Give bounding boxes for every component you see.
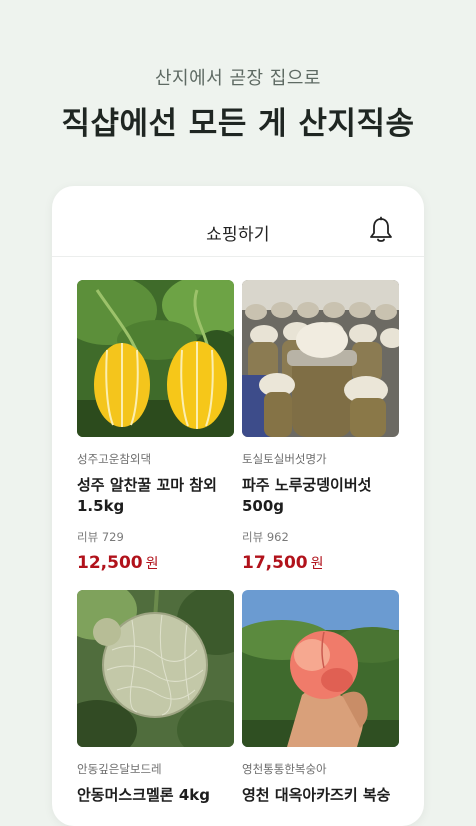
currency-unit: 원 xyxy=(145,556,159,572)
muskmelon-photo xyxy=(77,590,234,747)
app-header: 쇼핑하기 xyxy=(52,186,424,257)
oriental-melon-photo xyxy=(77,280,234,437)
price-row: 12,500 원 xyxy=(77,553,234,573)
mushroom-bottles-photo xyxy=(242,280,399,437)
currency-unit: 원 xyxy=(310,556,324,572)
seller-name: 영천통통한복숭아 xyxy=(242,762,327,776)
product-name: 성주 알찬꿀 꼬마 참외 1.5kg xyxy=(77,476,217,515)
product-name: 안동머스크멜론 4kg xyxy=(77,786,210,804)
price-row: 17,500 원 xyxy=(242,553,399,573)
product-card[interactable]: 토실토실버섯명가 파주 노루궁뎅이버섯 500g 리뷰 962 17,500 원 xyxy=(242,280,399,573)
seller-name: 토실토실버섯명가 xyxy=(242,452,327,466)
promo-subtitle: 산지에서 곧장 집으로 xyxy=(155,68,321,89)
product-card[interactable]: 안동깊은달보드레 안동머스크멜론 4kg xyxy=(77,590,234,826)
product-card[interactable]: 영천통통한복숭아 영천 대옥아카즈키 복숭 xyxy=(242,590,399,826)
product-card[interactable]: 성주고운참외댁 성주 알찬꿀 꼬마 참외 1.5kg 리뷰 729 12,500… xyxy=(77,280,234,573)
price-value: 12,500 xyxy=(77,553,143,573)
review-count: 리뷰 729 xyxy=(77,530,124,544)
product-name: 파주 노루궁뎅이버섯 500g xyxy=(242,476,372,515)
review-count: 리뷰 962 xyxy=(242,530,289,544)
price-value: 17,500 xyxy=(242,553,308,573)
seller-name: 성주고운참외댁 xyxy=(77,452,152,466)
peach-in-hand-photo xyxy=(242,590,399,747)
phone-screen: 쇼핑하기 성주고운참외댁 성주 알찬꿀 꼬마 참외 1.5kg 리뷰 729 1… xyxy=(52,186,424,826)
product-name: 영천 대옥아카즈키 복숭 xyxy=(242,786,391,804)
seller-name: 안동깊은달보드레 xyxy=(77,762,162,776)
bell-icon[interactable] xyxy=(368,216,394,244)
promo-title: 직샵에선 모든 게 산지직송 xyxy=(61,106,415,142)
